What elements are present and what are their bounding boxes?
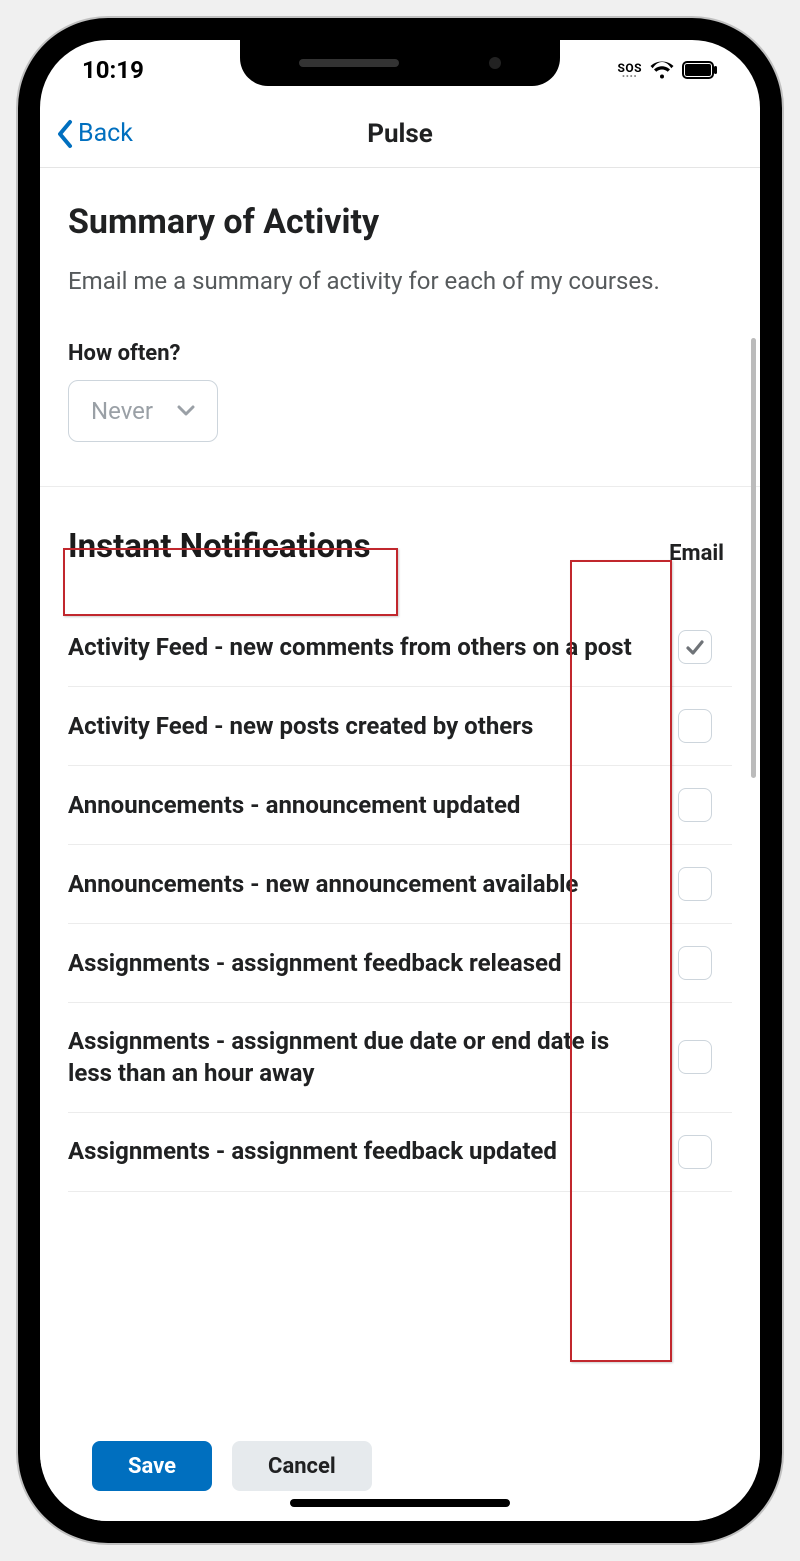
email-checkbox[interactable] bbox=[678, 946, 712, 980]
how-often-label: How often? bbox=[68, 341, 732, 366]
notification-label: Assignments - assignment feedback update… bbox=[68, 1135, 662, 1167]
summary-heading: Summary of Activity bbox=[68, 202, 732, 242]
notification-label: Assignments - assignment feedback releas… bbox=[68, 947, 662, 979]
notification-row: Announcements - new announcement availab… bbox=[68, 845, 732, 924]
notch bbox=[240, 40, 560, 86]
front-camera bbox=[489, 57, 501, 69]
summary-description: Email me a summary of activity for each … bbox=[68, 264, 732, 299]
email-column-header: Email bbox=[661, 541, 732, 566]
email-checkbox[interactable] bbox=[678, 1040, 712, 1074]
frequency-select[interactable]: Never bbox=[68, 380, 218, 442]
email-checkbox[interactable] bbox=[678, 630, 712, 664]
content-scroll[interactable]: Summary of Activity Email me a summary o… bbox=[40, 168, 760, 1411]
divider bbox=[40, 486, 760, 487]
speaker-slot bbox=[299, 59, 399, 67]
notification-row: Activity Feed - new posts created by oth… bbox=[68, 687, 732, 766]
notification-row: Assignments - assignment due date or end… bbox=[68, 1003, 732, 1113]
chevron-left-icon bbox=[56, 119, 74, 149]
back-button[interactable]: Back bbox=[56, 100, 133, 167]
chevron-down-icon bbox=[177, 402, 195, 420]
page-title: Pulse bbox=[367, 119, 433, 149]
nav-bar: Back Pulse bbox=[40, 100, 760, 168]
notification-row: Activity Feed - new comments from others… bbox=[68, 608, 732, 687]
email-checkbox[interactable] bbox=[678, 867, 712, 901]
phone-screen: 10:19 SOS •••• Back Pu bbox=[40, 40, 760, 1521]
cancel-button[interactable]: Cancel bbox=[232, 1441, 372, 1491]
battery-icon bbox=[682, 61, 718, 79]
notification-label: Activity Feed - new posts created by oth… bbox=[68, 710, 662, 742]
email-checkbox[interactable] bbox=[678, 788, 712, 822]
home-indicator[interactable] bbox=[290, 1499, 510, 1507]
save-button[interactable]: Save bbox=[92, 1441, 212, 1491]
frequency-value: Never bbox=[91, 397, 153, 425]
phone-frame: 10:19 SOS •••• Back Pu bbox=[18, 18, 782, 1543]
notification-label: Assignments - assignment due date or end… bbox=[68, 1025, 662, 1090]
email-checkbox[interactable] bbox=[678, 709, 712, 743]
instant-notifications-heading: Instant Notifications bbox=[68, 527, 371, 566]
email-checkbox[interactable] bbox=[678, 1135, 712, 1169]
notification-row: Announcements - announcement updated bbox=[68, 766, 732, 845]
notification-row: Assignments - assignment feedback releas… bbox=[68, 924, 732, 1003]
notification-row: Assignments - assignment feedback update… bbox=[68, 1113, 732, 1192]
wifi-icon bbox=[650, 60, 674, 80]
notification-label: Announcements - announcement updated bbox=[68, 789, 662, 821]
notification-label: Announcements - new announcement availab… bbox=[68, 868, 662, 900]
scroll-indicator[interactable] bbox=[751, 338, 756, 778]
status-time: 10:19 bbox=[82, 56, 144, 84]
cellular-sos: SOS •••• bbox=[617, 61, 642, 79]
back-label: Back bbox=[78, 119, 133, 148]
notification-label: Activity Feed - new comments from others… bbox=[68, 631, 662, 663]
